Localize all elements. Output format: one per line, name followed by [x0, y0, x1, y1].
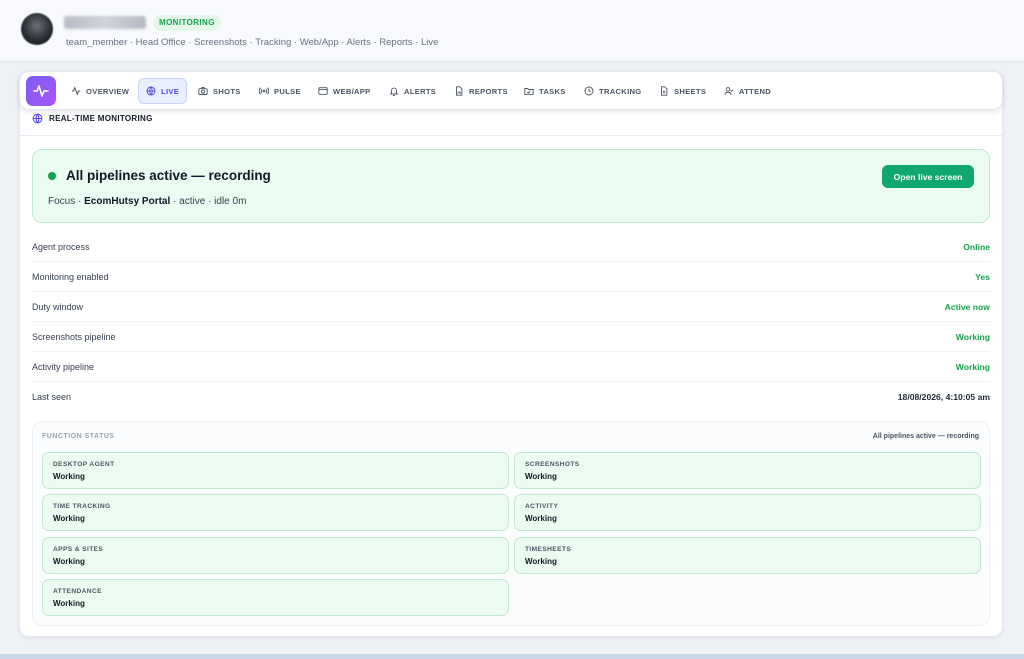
function-status-title: FUNCTION STATUS	[42, 433, 115, 440]
tab-tracking[interactable]: TRACKING	[577, 78, 648, 104]
activity-logo-icon[interactable]	[26, 76, 56, 106]
function-label: TIMESHEETS	[525, 546, 572, 553]
row-label: Monitoring enabled	[32, 271, 109, 282]
tab-reports[interactable]: REPORTS	[447, 78, 515, 104]
tab-label: OVERVIEW	[86, 86, 130, 96]
focus-line: Focus · EcomHutsy Portal · active · idle…	[48, 196, 246, 207]
tab-web-app[interactable]: WEB/APP	[311, 78, 378, 104]
row-value: Working	[955, 331, 990, 342]
tab-alerts[interactable]: ALERTS	[382, 78, 443, 104]
globe-icon	[32, 113, 43, 124]
broadcast-icon	[259, 87, 269, 95]
activity-icon	[71, 86, 81, 96]
focus-suffix: · active · idle 0m	[170, 196, 247, 207]
status-row: Agent process Online	[32, 232, 990, 262]
function-card: TIME TRACKING Working	[42, 494, 509, 531]
tab-sheets[interactable]: SHEETS	[652, 78, 713, 104]
user-name-blurred	[64, 16, 146, 29]
function-card: DESKTOP AGENT Working	[42, 452, 509, 489]
file-chart-icon	[456, 86, 463, 96]
function-card: ACTIVITY Working	[514, 494, 981, 531]
tab-attend[interactable]: ATTEND	[717, 78, 778, 104]
globe-icon	[146, 86, 156, 96]
function-card: APPS & SITES Working	[42, 537, 509, 574]
function-label: APPS & SITES	[53, 546, 104, 553]
tab-tasks[interactable]: TASKS	[517, 78, 573, 104]
user-check-icon	[724, 87, 734, 95]
row-label: Agent process	[32, 241, 90, 252]
tab-label: REPORTS	[469, 86, 508, 96]
camera-icon	[198, 87, 208, 95]
page-header: MONITORING team_member · Head Office · S…	[0, 0, 1024, 62]
sheet-icon	[661, 86, 668, 96]
row-value: Active now	[944, 301, 990, 312]
status-banner: All pipelines active — recording Focus ·…	[32, 149, 990, 223]
function-status: Working	[525, 514, 557, 523]
tab-label: TASKS	[539, 86, 566, 96]
window-bottom-edge	[0, 654, 1024, 659]
status-row: Activity pipeline Working	[32, 352, 990, 382]
row-label: Activity pipeline	[32, 361, 95, 372]
status-row: Last seen 18/08/2026, 4:10:05 am	[32, 382, 990, 412]
open-live-screen-button[interactable]: Open live screen	[882, 165, 974, 188]
bell-icon	[389, 87, 399, 96]
status-dot-icon	[48, 172, 56, 180]
section-header: REAL-TIME MONITORING	[32, 113, 153, 124]
tab-label: WEB/APP	[333, 86, 371, 96]
function-card: SCREENSHOTS Working	[514, 452, 981, 489]
focus-app: EcomHutsy Portal	[84, 196, 171, 207]
function-label: ATTENDANCE	[53, 588, 102, 595]
breadcrumb: team_member · Head Office · Screenshots …	[66, 37, 439, 48]
window-icon	[318, 87, 328, 95]
section-title: REAL-TIME MONITORING	[49, 114, 153, 123]
status-row: Screenshots pipeline Working	[32, 322, 990, 352]
function-status-panel: FUNCTION STATUS All pipelines active — r…	[32, 421, 990, 626]
function-status: Working	[525, 472, 557, 481]
row-label: Last seen	[32, 392, 72, 402]
function-status-summary: All pipelines active — recording	[872, 433, 979, 440]
row-label: Duty window	[32, 301, 84, 312]
function-status: Working	[53, 514, 85, 523]
function-label: TIME TRACKING	[53, 503, 111, 510]
tab-label: TRACKING	[599, 86, 642, 96]
tab-label: PULSE	[274, 86, 301, 96]
status-row: Monitoring enabled Yes	[32, 262, 990, 292]
function-label: DESKTOP AGENT	[53, 461, 115, 468]
tab-shots[interactable]: SHOTS	[191, 78, 248, 104]
avatar[interactable]	[21, 13, 53, 45]
folder-icon	[524, 88, 534, 95]
function-status: Working	[525, 557, 557, 566]
function-status: Working	[53, 557, 85, 566]
tab-label: SHEETS	[674, 86, 707, 96]
tab-live[interactable]: LIVE	[138, 78, 188, 104]
monitoring-badge: MONITORING	[153, 15, 221, 31]
banner-title: All pipelines active — recording	[66, 168, 271, 183]
row-value: Working	[955, 361, 990, 372]
function-card: TIMESHEETS Working	[514, 537, 981, 574]
tab-label: ALERTS	[404, 86, 437, 96]
status-row: Duty window Active now	[32, 292, 990, 322]
function-label: SCREENSHOTS	[525, 461, 580, 468]
tab-overview[interactable]: OVERVIEW	[64, 78, 136, 104]
tab-label: SHOTS	[213, 86, 241, 96]
row-value: Online	[963, 241, 990, 252]
tab-label: ATTEND	[739, 86, 772, 96]
tab-bar: OVERVIEW LIVE SHOTS PULSE WEB/APP ALERTS…	[19, 71, 1003, 110]
tab-label: LIVE	[161, 86, 180, 96]
divider	[20, 135, 1002, 136]
focus-prefix: Focus ·	[48, 196, 85, 207]
tab-pulse[interactable]: PULSE	[252, 78, 308, 104]
row-value: 18/08/2026, 4:10:05 am	[897, 392, 990, 402]
row-value: Yes	[975, 271, 990, 282]
clock-icon	[584, 86, 594, 96]
row-label: Screenshots pipeline	[32, 331, 116, 342]
function-status: Working	[53, 472, 85, 481]
function-status: Working	[53, 599, 85, 608]
function-label: ACTIVITY	[525, 503, 559, 510]
function-card: ATTENDANCE Working	[42, 579, 509, 616]
